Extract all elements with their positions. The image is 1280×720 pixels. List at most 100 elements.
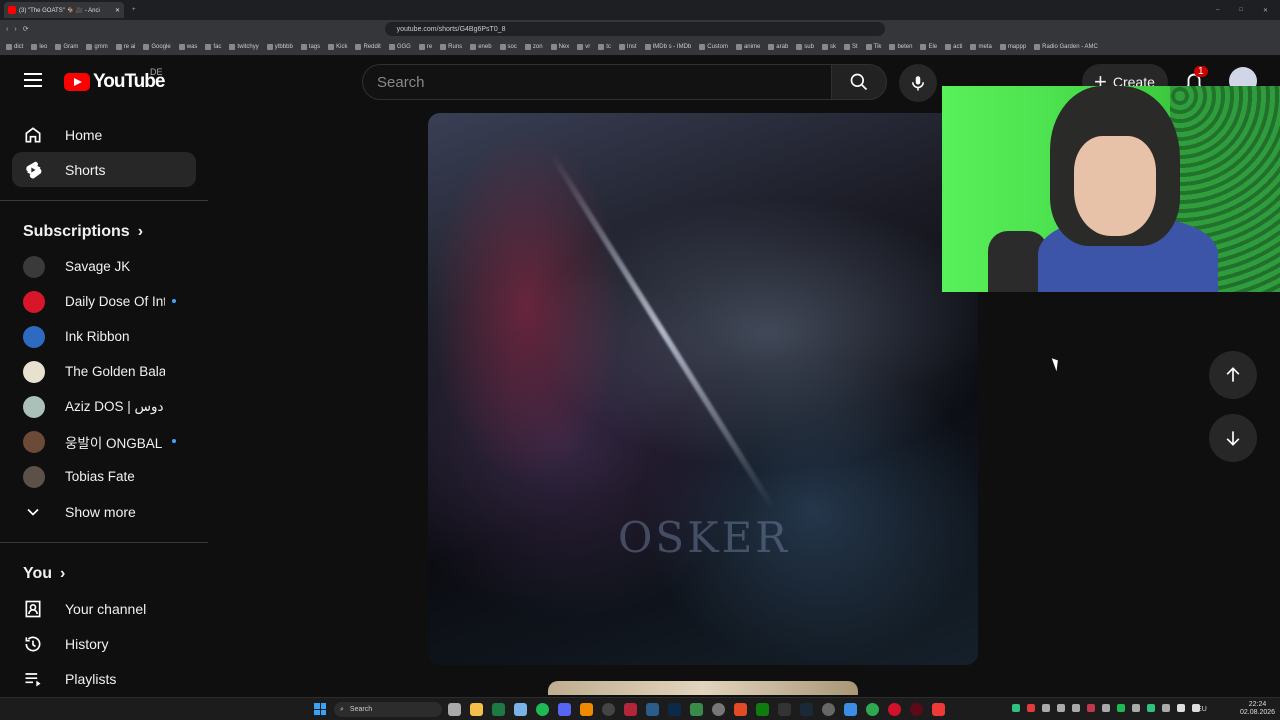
xbox-icon[interactable] bbox=[756, 703, 769, 716]
next-short-button[interactable] bbox=[1209, 414, 1257, 462]
subscription-item[interactable]: 웅발이 ONGBAL bbox=[12, 424, 196, 459]
tray-icon[interactable] bbox=[1132, 704, 1140, 712]
notepad-icon[interactable] bbox=[514, 703, 527, 716]
sidebar-item-your-channel[interactable]: Your channel bbox=[12, 591, 196, 626]
tray-icon[interactable] bbox=[1012, 704, 1020, 712]
bookmark-item[interactable]: leo bbox=[31, 43, 47, 50]
sidebar-item-history[interactable]: History bbox=[12, 626, 196, 661]
sidebar-item-shorts[interactable]: Shorts bbox=[12, 152, 196, 187]
previous-short-button[interactable] bbox=[1209, 351, 1257, 399]
bookmark-item[interactable]: mappp bbox=[999, 43, 1026, 50]
subscriptions-header[interactable]: Subscriptions › bbox=[12, 214, 196, 249]
opera-icon[interactable] bbox=[888, 703, 901, 716]
tray-icon[interactable] bbox=[1102, 704, 1110, 712]
next-short-preview[interactable] bbox=[548, 681, 858, 695]
maximize-icon[interactable]: □ bbox=[1239, 7, 1243, 14]
bookmark-item[interactable]: zon bbox=[524, 43, 543, 50]
spotify-icon[interactable] bbox=[536, 703, 549, 716]
bookmark-item[interactable]: Radio Garden - AMC bbox=[1034, 43, 1098, 50]
forward-icon[interactable]: › bbox=[14, 26, 16, 33]
minimize-icon[interactable]: – bbox=[1216, 7, 1219, 14]
new-tab-button[interactable]: + bbox=[132, 7, 136, 13]
bookmark-item[interactable]: tc bbox=[598, 43, 611, 50]
bookmark-item[interactable]: fac bbox=[205, 43, 221, 50]
bookmark-item[interactable]: GGG bbox=[388, 43, 411, 50]
bookmark-item[interactable]: twitchyy bbox=[229, 43, 259, 50]
back-icon[interactable]: ‹ bbox=[6, 26, 8, 33]
bookmark-item[interactable]: sub bbox=[796, 43, 814, 50]
bookmark-item[interactable]: sk bbox=[821, 43, 836, 50]
bookmark-item[interactable]: Runs bbox=[440, 43, 462, 50]
bookmark-item[interactable]: Kick bbox=[328, 43, 347, 50]
media-player-icon[interactable] bbox=[602, 703, 615, 716]
tray-icon[interactable] bbox=[1087, 704, 1095, 712]
close-window-icon[interactable]: ✕ bbox=[1263, 7, 1268, 14]
bookmark-item[interactable]: soc bbox=[499, 43, 517, 50]
vivaldi-icon[interactable] bbox=[932, 703, 945, 716]
sidebar-item-playlists[interactable]: Playlists bbox=[12, 661, 196, 692]
valorant-icon[interactable] bbox=[624, 703, 637, 716]
bookmark-item[interactable]: Reddit bbox=[355, 43, 381, 50]
editor-icon[interactable] bbox=[690, 703, 703, 716]
browser-tab[interactable]: (3) "The GOATS" 🐐 🎥 - Anci ✕ bbox=[4, 2, 124, 18]
bookmark-item[interactable]: anime bbox=[735, 43, 760, 50]
reload-icon[interactable]: ⟳ bbox=[23, 25, 29, 33]
bookmark-item[interactable]: Nex bbox=[550, 43, 569, 50]
bookmark-item[interactable]: Google bbox=[143, 43, 171, 50]
excel-icon[interactable] bbox=[492, 703, 505, 716]
bookmark-item[interactable]: IMDb s - IMDb bbox=[644, 43, 691, 50]
bookmark-item[interactable]: St bbox=[843, 43, 858, 50]
bookmark-item[interactable]: gmm bbox=[86, 43, 108, 50]
bookmark-item[interactable]: arab bbox=[768, 43, 788, 50]
bookmark-item[interactable]: re ai bbox=[115, 43, 135, 50]
you-header[interactable]: You › bbox=[12, 556, 196, 591]
subscription-item[interactable]: Ink Ribbon bbox=[12, 319, 196, 354]
bookmark-item[interactable]: Inst bbox=[618, 43, 637, 50]
app-store-icon[interactable] bbox=[844, 703, 857, 716]
menu-icon[interactable] bbox=[24, 73, 42, 87]
tray-icon[interactable] bbox=[1027, 704, 1035, 712]
tray-icon[interactable] bbox=[1057, 704, 1065, 712]
subscription-item[interactable]: Tobias Fate bbox=[12, 459, 196, 494]
subscription-item[interactable]: The Golden Balance bbox=[12, 354, 196, 389]
subscription-item[interactable]: Savage JK bbox=[12, 249, 196, 284]
address-field[interactable]: youtube.com/shorts/G4Bg6PsT0_8 bbox=[384, 22, 885, 36]
terminal-icon[interactable] bbox=[646, 703, 659, 716]
bookmark-item[interactable]: Ele bbox=[920, 43, 937, 50]
sidebar-item-home[interactable]: Home bbox=[12, 117, 196, 152]
task-view-icon[interactable] bbox=[448, 703, 461, 716]
bookmark-item[interactable]: was bbox=[178, 43, 197, 50]
youtube-logo[interactable]: YouTube DE bbox=[64, 67, 165, 93]
tray-icon[interactable] bbox=[1072, 704, 1080, 712]
taskbar-clock[interactable]: 22:24 02.08.2026 bbox=[1240, 701, 1275, 717]
bookmark-item[interactable]: tags bbox=[300, 43, 320, 50]
steam-icon[interactable] bbox=[800, 703, 813, 716]
bookmark-item[interactable]: dict bbox=[6, 43, 23, 50]
discord-icon[interactable] bbox=[558, 703, 571, 716]
wifi-icon[interactable] bbox=[1177, 704, 1185, 712]
bookmark-item[interactable]: re bbox=[418, 43, 432, 50]
search-button[interactable] bbox=[831, 64, 887, 100]
photoshop-icon[interactable] bbox=[668, 703, 681, 716]
brave-browser-icon[interactable] bbox=[734, 703, 747, 716]
tray-icon[interactable] bbox=[1147, 704, 1155, 712]
tray-icon[interactable] bbox=[1042, 704, 1050, 712]
bookmark-item[interactable]: acti bbox=[945, 43, 962, 50]
tray-icon[interactable] bbox=[1117, 704, 1125, 712]
windows-start-icon[interactable] bbox=[314, 703, 326, 715]
bookmark-item[interactable]: ytbbbb bbox=[266, 43, 293, 50]
epic-games-icon[interactable] bbox=[778, 703, 791, 716]
voice-search-button[interactable] bbox=[899, 64, 937, 102]
keyboard-language[interactable]: DEU bbox=[1192, 706, 1207, 713]
vlc-icon[interactable] bbox=[580, 703, 593, 716]
bookmark-item[interactable]: vr bbox=[577, 43, 590, 50]
bookmark-item[interactable]: Custom bbox=[699, 43, 728, 50]
bookmark-item[interactable]: meta bbox=[970, 43, 992, 50]
close-tab-icon[interactable]: ✕ bbox=[115, 7, 120, 14]
search-input[interactable] bbox=[377, 73, 831, 91]
show-more-button[interactable]: Show more bbox=[12, 494, 196, 529]
bookmark-item[interactable]: eneb bbox=[470, 43, 492, 50]
tray-icon[interactable] bbox=[1162, 704, 1170, 712]
bookmark-item[interactable]: Gram bbox=[55, 43, 78, 50]
chrome-icon[interactable] bbox=[866, 703, 879, 716]
